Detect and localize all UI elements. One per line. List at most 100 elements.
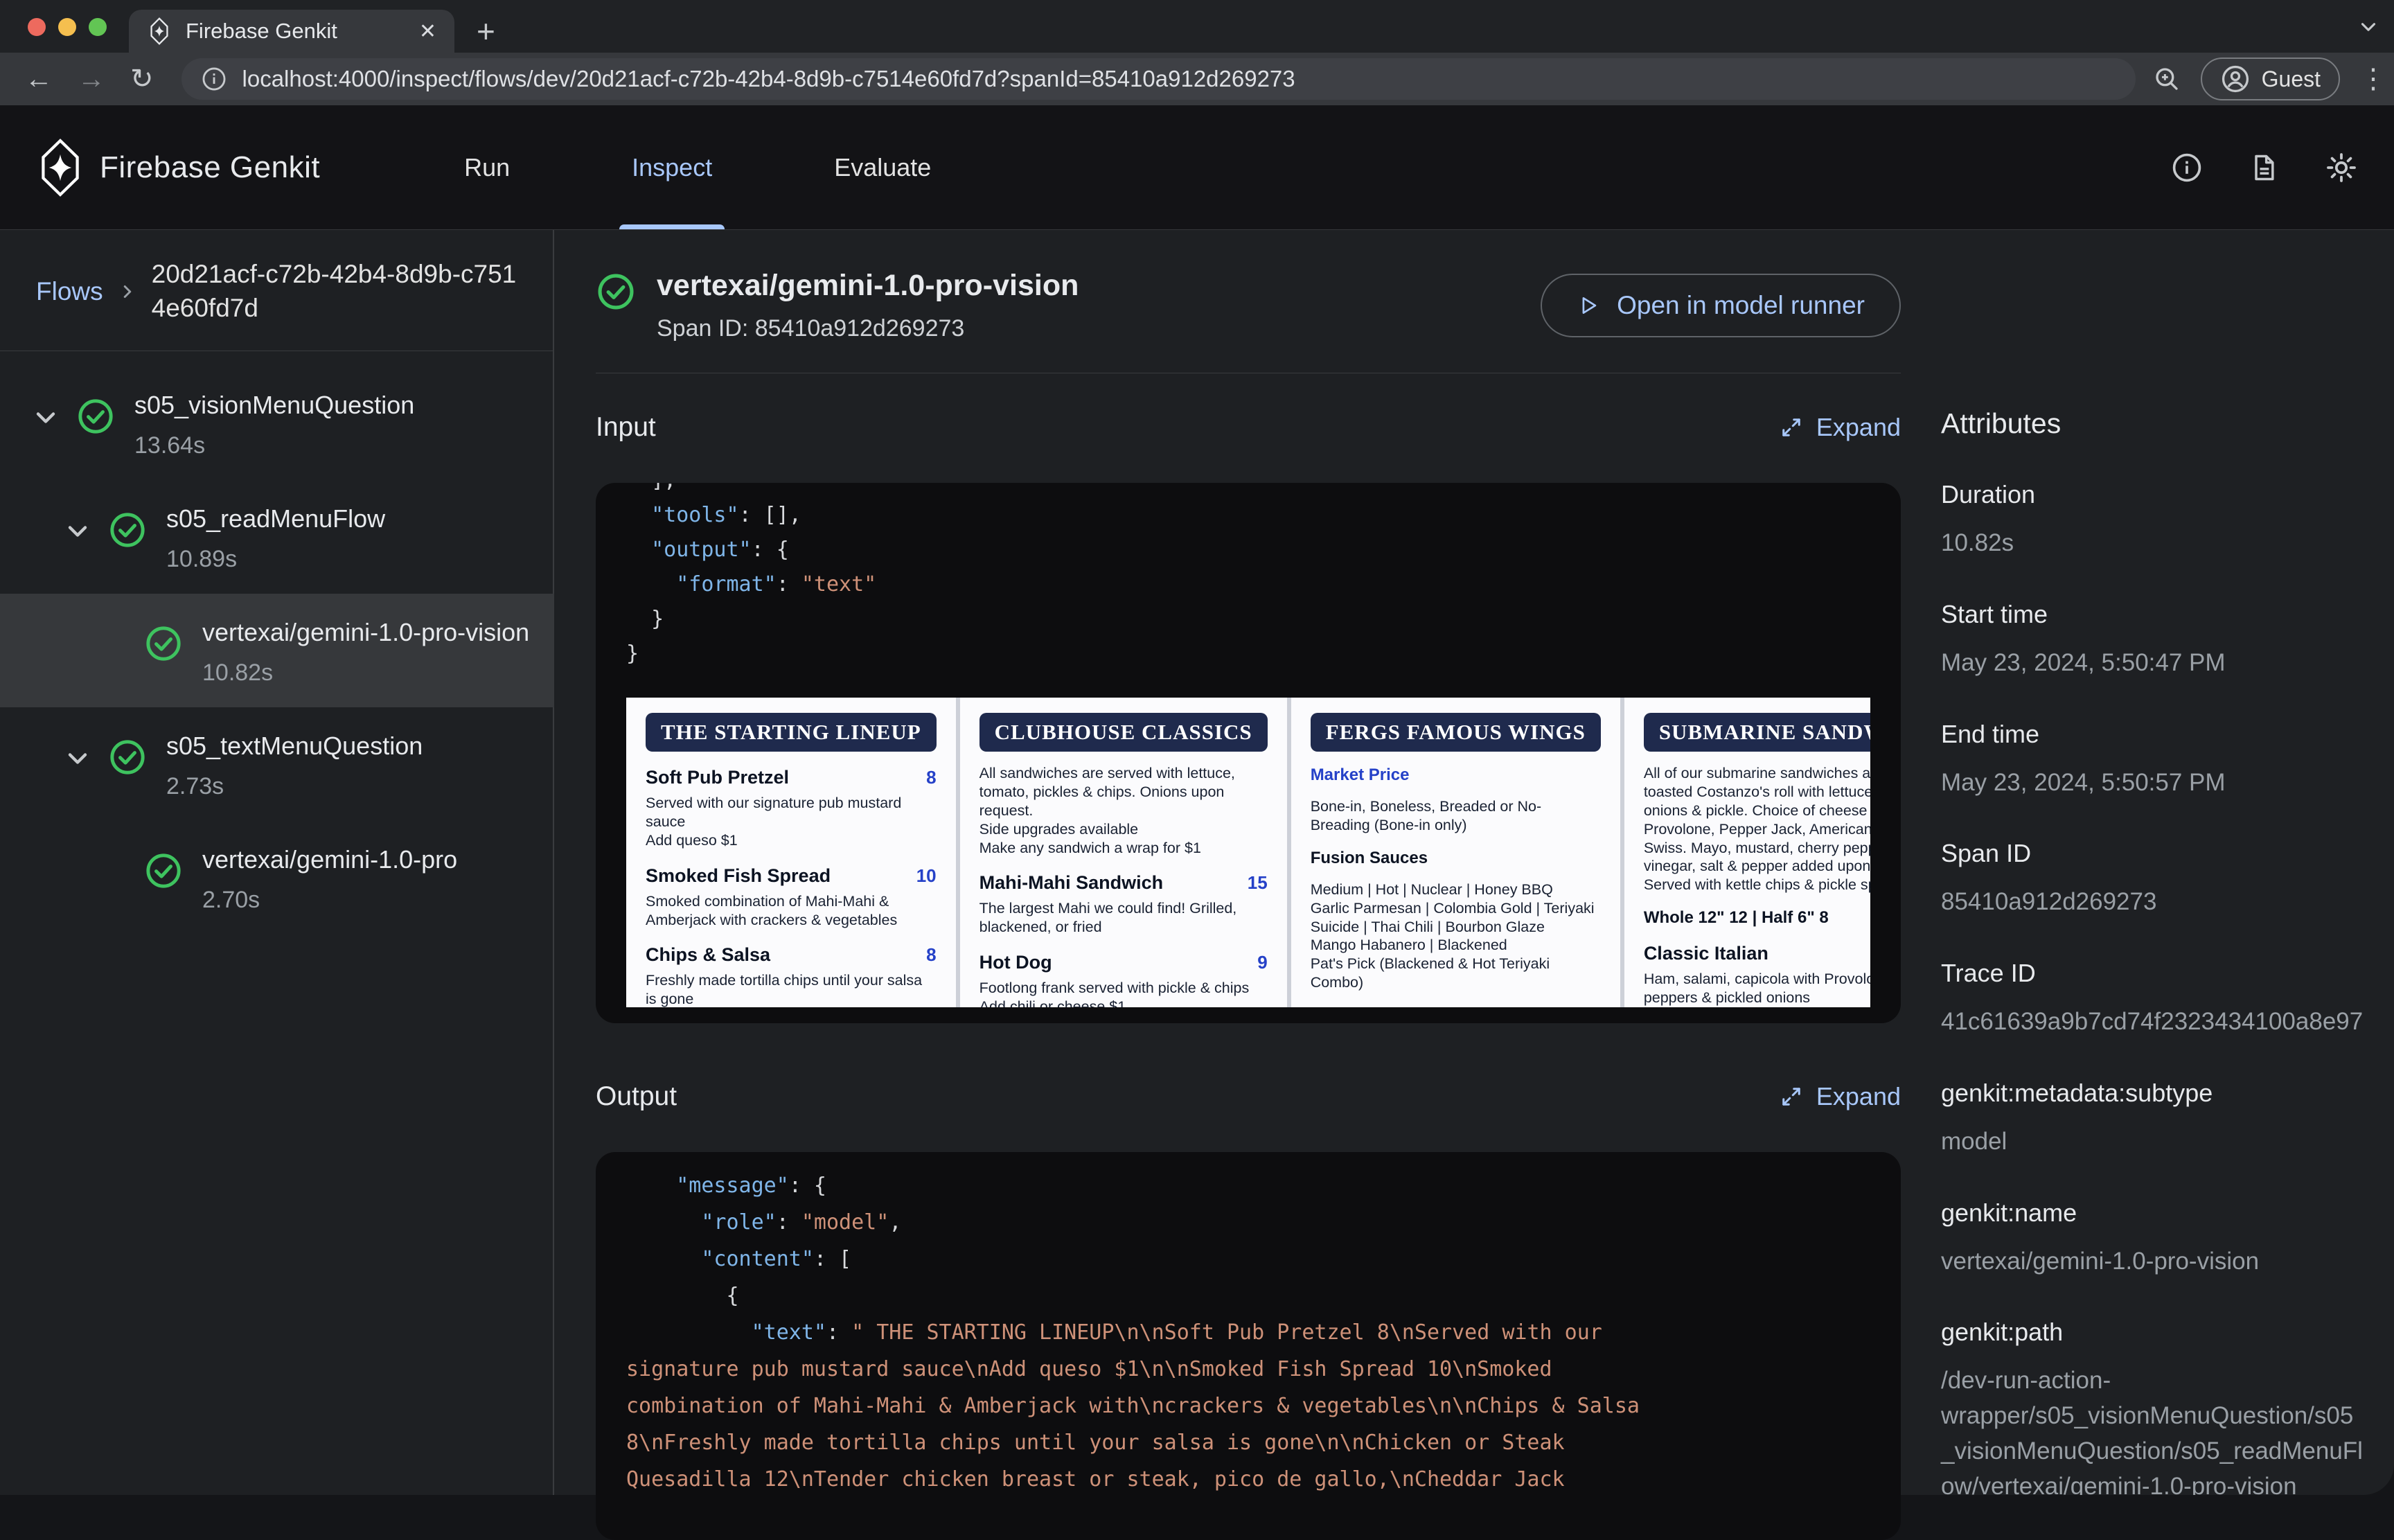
menu-item: Mahi-Mahi Sandwich15The largest Mahi we …: [979, 872, 1268, 937]
menu-item-price: 8: [926, 944, 936, 966]
output-code-block[interactable]: "message": { "role": "model", "content":…: [596, 1152, 1901, 1540]
address-bar[interactable]: localhost:4000/inspect/flows/dev/20d21ac…: [181, 58, 2136, 100]
menu-note: All of our submarine sandwiches are serv…: [1644, 764, 1870, 894]
menu-label: Fusion Sauces: [1311, 849, 1601, 868]
input-code-block[interactable]: ], "tools": [], "output": { "format": "t…: [596, 483, 1901, 1023]
success-check-icon: [76, 397, 115, 436]
menu-section-header: CLUBHOUSE CLASSICS: [979, 713, 1268, 752]
tab-run[interactable]: Run: [403, 105, 571, 229]
window-minimize-button[interactable]: [58, 18, 76, 36]
menu-item-name: Smoked Fish Spread: [646, 865, 831, 887]
code-line: 8\nFreshly made tortilla chips until you…: [626, 1424, 1870, 1461]
browser-menu-icon[interactable]: ⋮: [2359, 63, 2387, 95]
attribute-label: Duration: [1941, 480, 2364, 509]
tree-item-duration: 2.70s: [202, 887, 457, 914]
chevron-down-icon[interactable]: [62, 516, 93, 547]
reload-icon[interactable]: ↻: [130, 63, 154, 95]
menu-column: SUBMARINE SANDWICHESAll of our submarine…: [1624, 698, 1870, 1007]
app-header: Firebase Genkit Run Inspect Evaluate: [0, 105, 2394, 230]
browser-tab[interactable]: Firebase Genkit ✕: [129, 10, 454, 53]
chevron-right-icon: [117, 281, 138, 302]
span-tree: s05_visionMenuQuestion13.64ss05_readMenu…: [0, 351, 553, 935]
tree-item-label: vertexai/gemini-1.0-pro-vision: [202, 614, 529, 650]
site-info-icon[interactable]: [201, 66, 227, 92]
content-area: Flows 20d21acf-c72b-42b4-8d9b-c7514e60fd…: [0, 230, 2394, 1495]
menu-item-desc: Smoked combination of Mahi-Mahi & Amberj…: [646, 892, 937, 930]
success-check-icon: [144, 624, 183, 663]
menu-item: Soft Pub Pretzel8Served with our signatu…: [646, 767, 937, 850]
trace-sidebar: Flows 20d21acf-c72b-42b4-8d9b-c7514e60fd…: [0, 230, 554, 1495]
input-expand-link[interactable]: Expand: [1779, 413, 1901, 442]
profile-chip[interactable]: Guest: [2201, 57, 2340, 100]
menu-note: All sandwiches are served with lettuce, …: [979, 764, 1268, 857]
zoom-page-icon[interactable]: [2152, 64, 2181, 94]
menu-column: CLUBHOUSE CLASSICS All sandwiches are ser…: [960, 698, 1287, 1007]
url-text: localhost:4000/inspect/flows/dev/20d21ac…: [242, 66, 1295, 92]
attribute-value: 10.82s: [1941, 526, 2364, 561]
menu-item-price: 9: [1257, 952, 1267, 973]
theme-toggle-icon[interactable]: [2325, 151, 2358, 184]
tree-item[interactable]: s05_readMenuFlow 10.89s: [0, 480, 554, 594]
menu-item-name: Hot Dog: [979, 952, 1052, 973]
docs-icon[interactable]: [2249, 152, 2279, 184]
output-section-header: Output Expand: [596, 1081, 1901, 1112]
menu-item: Classic ItalianHam, salami, capicola wit…: [1644, 943, 1870, 1007]
output-expand-link[interactable]: Expand: [1779, 1082, 1901, 1111]
tree-item[interactable]: s05_textMenuQuestion2.73s: [0, 707, 554, 821]
breadcrumb-flows-link[interactable]: Flows: [36, 277, 103, 306]
input-heading: Input: [596, 412, 656, 443]
code-line: "role": "model",: [626, 1204, 1870, 1241]
new-tab-button[interactable]: +: [477, 12, 495, 50]
attribute-value: May 23, 2024, 5:50:57 PM: [1941, 765, 2364, 801]
window-zoom-button[interactable]: [89, 18, 107, 36]
tab-close-icon[interactable]: ✕: [419, 19, 436, 44]
tab-search-chevron-icon[interactable]: [2357, 15, 2380, 39]
menu-item-name: Chips & Salsa: [646, 944, 770, 966]
window-close-button[interactable]: [28, 18, 46, 36]
back-icon[interactable]: ←: [25, 64, 53, 95]
menu-item: Chips & Salsa 8 Freshly made tortilla chip…: [646, 944, 937, 1007]
code-line: "text": " THE STARTING LINEUP\n\nSoft Pu…: [626, 1314, 1870, 1351]
tree-item[interactable]: s05_visionMenuQuestion13.64s: [0, 366, 554, 480]
tree-item-label: s05_readMenuFlow: [166, 501, 385, 536]
tab-title: Firebase Genkit: [186, 19, 405, 44]
code-line: "format": "text": [626, 567, 1870, 602]
menu-item-price: 10: [916, 865, 937, 887]
menu-item-desc: Freshly made tortilla chips until your s…: [646, 971, 937, 1007]
attribute-label: genkit:metadata:subtype: [1941, 1079, 2364, 1108]
forward-icon[interactable]: →: [78, 64, 105, 95]
menu-item-desc: Footlong frank served with pickle & chip…: [979, 979, 1268, 1007]
open-in-model-runner-button[interactable]: Open in model runner: [1541, 274, 1901, 337]
attributes-heading: Attributes: [1941, 407, 2364, 440]
menu-item: Smoked Fish Spread 10 Smoked combination o…: [646, 865, 937, 930]
code-line: "content": [: [626, 1241, 1870, 1277]
menu-image: THE STARTING LINEUPSoft Pub Pretzel8Serv…: [626, 698, 1870, 1007]
attribute-label: End time: [1941, 720, 2364, 749]
brand-name: Firebase Genkit: [100, 150, 320, 185]
menu-item-desc: Served with our signature pub mustard sa…: [646, 794, 937, 850]
tab-evaluate[interactable]: Evaluate: [773, 105, 992, 229]
code-line: }: [626, 637, 1870, 671]
success-check-icon: [108, 738, 147, 777]
brand: Firebase Genkit: [39, 139, 320, 197]
tab-inspect[interactable]: Inspect: [571, 105, 773, 229]
menu-section-header: FERGS FAMOUS WINGS: [1311, 713, 1601, 752]
tree-item[interactable]: vertexai/gemini-1.0-pro-vision10.82s: [0, 594, 554, 707]
code-line: }: [626, 602, 1870, 637]
tree-item[interactable]: vertexai/gemini-1.0-pro 2.70s: [0, 821, 554, 935]
menu-item: Hot Dog 9 Footlong frank served with pickl…: [979, 952, 1268, 1007]
browser-tabbar: Firebase Genkit ✕ +: [0, 0, 2394, 53]
chevron-down-icon[interactable]: [30, 402, 61, 433]
code-line: Quesadilla 12\nTender chicken breast or …: [626, 1461, 1870, 1498]
attribute-label: Trace ID: [1941, 959, 2364, 988]
play-icon: [1577, 294, 1600, 317]
breadcrumb: Flows 20d21acf-c72b-42b4-8d9b-c7514e60fd…: [0, 230, 553, 351]
attribute-value: 41c61639a9b7cd74f2323434100a8e97: [1941, 1004, 2364, 1040]
info-icon[interactable]: [2171, 152, 2203, 184]
span-id: Span ID: 85410a912d269273: [657, 315, 1079, 342]
tree-item-label: s05_textMenuQuestion: [166, 728, 423, 763]
chevron-down-icon[interactable]: [62, 743, 93, 774]
tree-item-label: vertexai/gemini-1.0-pro: [202, 842, 457, 877]
attribute-value: May 23, 2024, 5:50:47 PM: [1941, 646, 2364, 681]
tree-item-duration: 10.89s: [166, 546, 385, 573]
